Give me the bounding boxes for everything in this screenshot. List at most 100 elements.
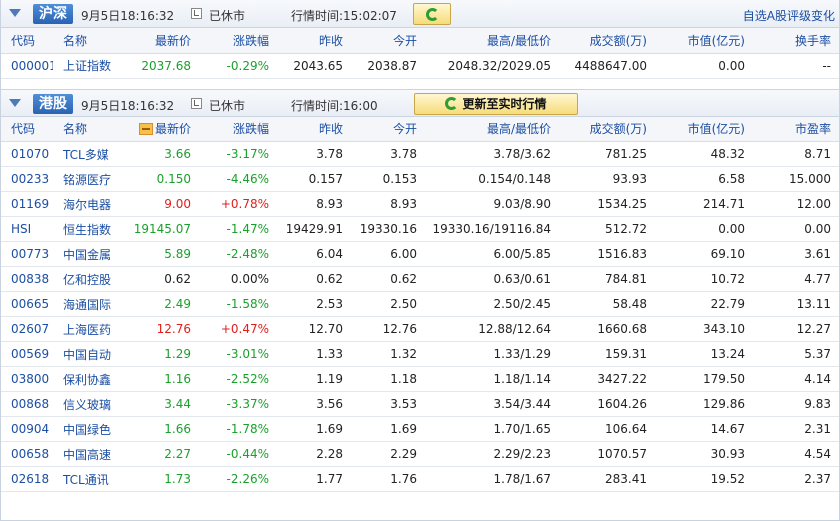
col-turnover[interactable]: 换手率 bbox=[753, 28, 839, 54]
stock-code-link[interactable]: 00773 bbox=[1, 241, 53, 267]
col-market-cap[interactable]: 市值(亿元) bbox=[655, 116, 753, 142]
last-col-cell: 4.77 bbox=[753, 266, 839, 292]
hk-refresh-label: 更新至实时行情 bbox=[462, 97, 547, 111]
table-row[interactable]: 00569 中国自动 1.29 -3.01% 1.33 1.32 1.33/1.29 159.… bbox=[1, 341, 839, 367]
open-cell: 12.76 bbox=[351, 316, 425, 342]
stock-name-link[interactable]: 上证指数 bbox=[53, 53, 133, 79]
stock-code-link[interactable]: 01070 bbox=[1, 141, 53, 167]
table-row[interactable]: 02607 上海医药 12.76 +0.47% 12.70 12.76 12.88/12.6… bbox=[1, 316, 839, 342]
stock-code-link[interactable]: 00665 bbox=[1, 291, 53, 317]
table-row[interactable]: 01070 TCL多媒 3.66 -3.17% 3.78 3.78 3.78/3.62 781… bbox=[1, 141, 839, 167]
stock-code-link[interactable]: 03800 bbox=[1, 366, 53, 392]
stock-code-link[interactable]: 00868 bbox=[1, 391, 53, 417]
col-high-low[interactable]: 最高/最低价 bbox=[425, 28, 559, 54]
stock-name-link[interactable]: 海通国际 bbox=[53, 291, 133, 317]
col-change[interactable]: 涨跌幅 bbox=[199, 116, 277, 142]
hk-collapse-toggle-icon[interactable] bbox=[9, 98, 21, 107]
change-cell: -3.01% bbox=[199, 341, 277, 367]
stock-name-link[interactable]: 中国高速 bbox=[53, 441, 133, 467]
amount-cell: 1604.26 bbox=[559, 391, 655, 417]
change-cell: +0.47% bbox=[199, 316, 277, 342]
stock-name-link[interactable]: TCL通讯 bbox=[53, 466, 133, 492]
stock-name-link[interactable]: 上海医药 bbox=[53, 316, 133, 342]
stock-name-link[interactable]: 亿和控股 bbox=[53, 266, 133, 292]
col-code[interactable]: 代码 bbox=[1, 28, 53, 54]
stock-code-link[interactable]: 02618 bbox=[1, 466, 53, 492]
col-name[interactable]: 名称 bbox=[53, 116, 133, 142]
col-prev-close[interactable]: 昨收 bbox=[277, 28, 351, 54]
open-cell: 1.69 bbox=[351, 416, 425, 442]
stock-name-link[interactable]: 海尔电器 bbox=[53, 191, 133, 217]
stock-code-link[interactable]: 000001 bbox=[1, 53, 53, 79]
last-col-cell: 9.83 bbox=[753, 391, 839, 417]
open-cell: 0.153 bbox=[351, 166, 425, 192]
table-row[interactable]: 00838 亿和控股 0.62 0.00% 0.62 0.62 0.63/0.61 784.8… bbox=[1, 266, 839, 292]
stock-name-link[interactable]: 恒生指数 bbox=[53, 216, 133, 242]
table-row[interactable]: HSI 恒生指数 19145.07 -1.47% 19429.91 19330.16 193… bbox=[1, 216, 839, 242]
sh-collapse-toggle-icon[interactable] bbox=[9, 9, 21, 17]
col-price[interactable]: 最新价 bbox=[133, 116, 199, 142]
stock-code-link[interactable]: 02607 bbox=[1, 316, 53, 342]
stock-name-link[interactable]: 中国自动 bbox=[53, 341, 133, 367]
market-cap-cell: 0.00 bbox=[655, 53, 753, 79]
stock-name-link[interactable]: TCL多媒 bbox=[53, 141, 133, 167]
market-cap-cell: 19.52 bbox=[655, 466, 753, 492]
stock-code-link[interactable]: 01169 bbox=[1, 191, 53, 217]
table-row[interactable]: 00868 信义玻璃 3.44 -3.37% 3.56 3.53 3.54/3.44 1604… bbox=[1, 391, 839, 417]
price-cell: 2.49 bbox=[133, 291, 199, 317]
stock-code-link[interactable]: 00569 bbox=[1, 341, 53, 367]
col-prev-close[interactable]: 昨收 bbox=[277, 116, 351, 142]
table-row[interactable]: 00665 海通国际 2.49 -1.58% 2.53 2.50 2.50/2.45 58.4… bbox=[1, 291, 839, 317]
sort-icon[interactable] bbox=[138, 123, 153, 136]
table-row[interactable]: 02618 TCL通讯 1.73 -2.26% 1.77 1.76 1.78/1.67 283… bbox=[1, 466, 839, 492]
stock-code-link[interactable]: HSI bbox=[1, 216, 53, 242]
col-open[interactable]: 今开 bbox=[351, 116, 425, 142]
open-cell: 6.00 bbox=[351, 241, 425, 267]
stock-name-link[interactable]: 中国金属 bbox=[53, 241, 133, 267]
col-price[interactable]: 最新价 bbox=[133, 28, 199, 54]
col-change[interactable]: 涨跌幅 bbox=[199, 28, 277, 54]
stock-code-link[interactable]: 00233 bbox=[1, 166, 53, 192]
col-market-cap[interactable]: 市值(亿元) bbox=[655, 28, 753, 54]
stock-name-link[interactable]: 信义玻璃 bbox=[53, 391, 133, 417]
price-cell: 5.89 bbox=[133, 241, 199, 267]
stock-name-link[interactable]: 保利协鑫 bbox=[53, 366, 133, 392]
table-row[interactable]: 000001 上证指数 2037.68 -0.29% 2043.65 2038.87 204… bbox=[1, 53, 839, 79]
table-row[interactable]: 00233 铭源医疗 0.150 -4.46% 0.157 0.153 0.154/0.14… bbox=[1, 166, 839, 192]
prev-close-cell: 1.33 bbox=[277, 341, 351, 367]
prev-close-cell: 0.157 bbox=[277, 166, 351, 192]
col-code[interactable]: 代码 bbox=[1, 116, 53, 142]
prev-close-cell: 0.62 bbox=[277, 266, 351, 292]
high-low-cell: 6.00/5.85 bbox=[425, 241, 559, 267]
table-row[interactable]: 00904 中国绿色 1.66 -1.78% 1.69 1.69 1.70/1.65 106.… bbox=[1, 416, 839, 442]
col-name[interactable]: 名称 bbox=[53, 28, 133, 54]
price-cell: 2.27 bbox=[133, 441, 199, 467]
col-amount[interactable]: 成交额(万) bbox=[559, 116, 655, 142]
table-row[interactable]: 03800 保利协鑫 1.16 -2.52% 1.19 1.18 1.18/1.14 3427… bbox=[1, 366, 839, 392]
market-cap-cell: 13.24 bbox=[655, 341, 753, 367]
high-low-cell: 2.29/2.23 bbox=[425, 441, 559, 467]
high-low-cell: 1.33/1.29 bbox=[425, 341, 559, 367]
high-low-cell: 19330.16/19116.84 bbox=[425, 216, 559, 242]
table-row[interactable]: 00773 中国金属 5.89 -2.48% 6.04 6.00 6.00/5.85 1516… bbox=[1, 241, 839, 267]
sh-quote-time: 行情时间:15:02:07 bbox=[291, 9, 397, 23]
stock-code-link[interactable]: 00904 bbox=[1, 416, 53, 442]
stock-code-link[interactable]: 00838 bbox=[1, 266, 53, 292]
prev-close-cell: 3.56 bbox=[277, 391, 351, 417]
col-price-label: 最新价 bbox=[154, 122, 191, 137]
col-pe-ratio[interactable]: 市盈率 bbox=[753, 116, 839, 142]
stock-code-link[interactable]: 00658 bbox=[1, 441, 53, 467]
stock-name-link[interactable]: 中国绿色 bbox=[53, 416, 133, 442]
table-row[interactable]: 00658 中国高速 2.27 -0.44% 2.28 2.29 2.29/2.23 1070… bbox=[1, 441, 839, 467]
col-open[interactable]: 今开 bbox=[351, 28, 425, 54]
change-cell: -1.47% bbox=[199, 216, 277, 242]
stock-name-link[interactable]: 铭源医疗 bbox=[53, 166, 133, 192]
a-share-rating-link[interactable]: 自选A股评级变化 bbox=[743, 7, 835, 24]
hk-refresh-realtime-button[interactable]: 更新至实时行情 bbox=[414, 92, 578, 115]
last-col-cell: -- bbox=[753, 53, 839, 79]
col-high-low[interactable]: 最高/最低价 bbox=[425, 116, 559, 142]
col-amount[interactable]: 成交额(万) bbox=[559, 28, 655, 54]
sh-refresh-button[interactable] bbox=[413, 3, 451, 25]
last-col-cell: 15.000 bbox=[753, 166, 839, 192]
table-row[interactable]: 01169 海尔电器 9.00 +0.78% 8.93 8.93 9.03/8.90 1534… bbox=[1, 191, 839, 217]
